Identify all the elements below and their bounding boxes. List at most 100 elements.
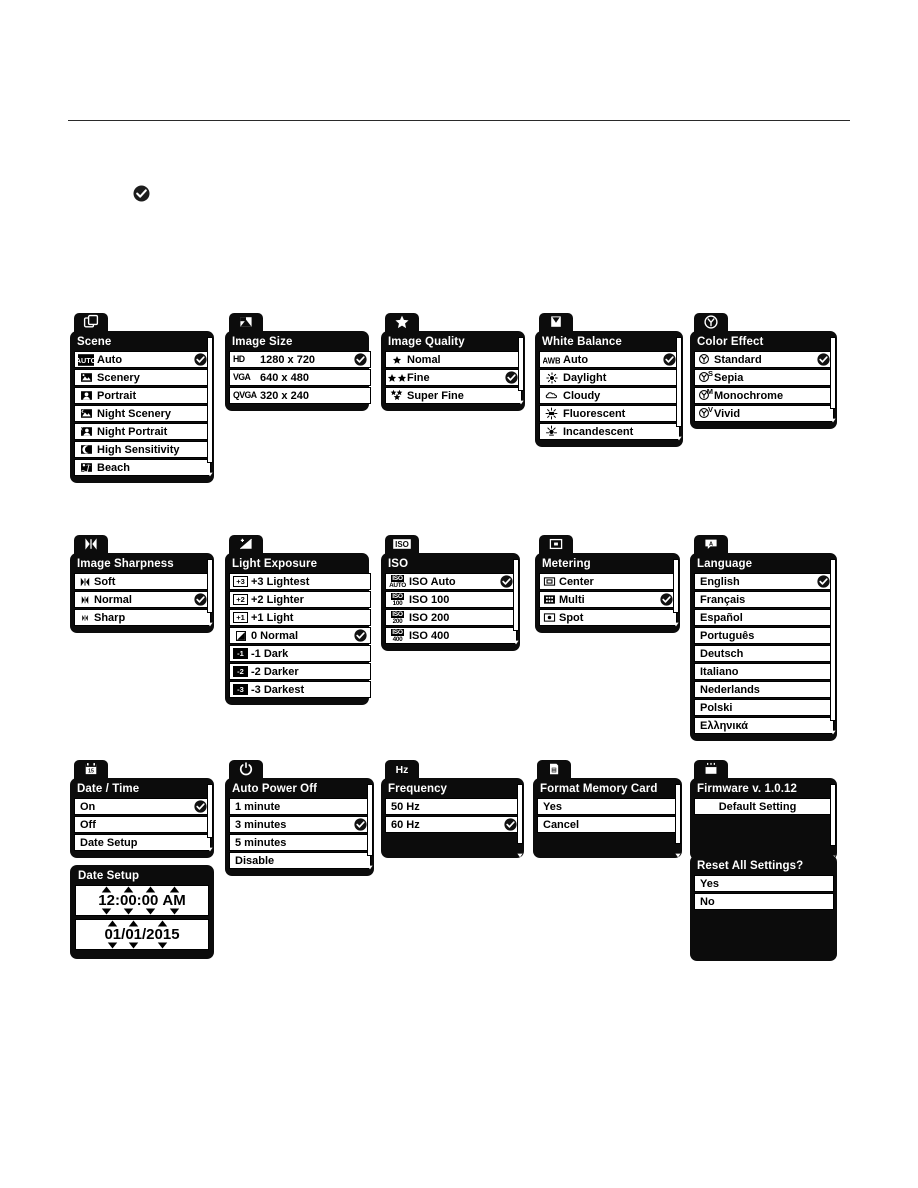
menu-item[interactable]: +1 +1 Light <box>229 609 371 626</box>
scrollbar-thumb[interactable] <box>676 337 682 427</box>
scroll-up-arrow[interactable] <box>207 553 213 558</box>
menu-item[interactable]: Night Scenery <box>74 405 211 422</box>
menu-item[interactable]: On <box>74 798 211 815</box>
menu-item[interactable]: Yes <box>694 875 834 892</box>
scroll-up-arrow[interactable] <box>830 553 836 558</box>
hour-stepper[interactable]: 12 <box>98 886 115 915</box>
scrollbar-thumb[interactable] <box>830 784 836 846</box>
scrollbar[interactable] <box>675 778 681 850</box>
scrollbar[interactable] <box>830 331 836 415</box>
meridiem-stepper[interactable]: AM <box>162 886 186 915</box>
scroll-down-arrow[interactable] <box>367 857 373 862</box>
menu-item[interactable]: Date Setup <box>74 834 211 851</box>
scrollbar-thumb[interactable] <box>517 784 523 844</box>
menu-item[interactable]: Nederlands <box>694 681 834 698</box>
scrollbar-thumb[interactable] <box>830 559 836 721</box>
menu-item[interactable]: Deutsch <box>694 645 834 662</box>
menu-item[interactable]: HD 1280 x 720 <box>229 351 371 368</box>
menu-item[interactable]: Center <box>539 573 677 590</box>
menu-item[interactable]: -1 -1 Dark <box>229 645 371 662</box>
menu-item[interactable]: 0 Normal <box>229 627 371 644</box>
scroll-up-arrow[interactable] <box>513 553 519 558</box>
scroll-down-arrow[interactable] <box>830 722 836 727</box>
menu-item[interactable]: Sharp <box>74 609 211 626</box>
menu-item[interactable]: M Monochrome <box>694 387 834 404</box>
scroll-down-arrow[interactable] <box>513 632 519 637</box>
menu-item[interactable]: Spot <box>539 609 677 626</box>
menu-item[interactable]: Polski <box>694 699 834 716</box>
scroll-up-arrow[interactable] <box>518 331 524 336</box>
menu-item[interactable]: -2 -2 Darker <box>229 663 371 680</box>
scroll-up-arrow[interactable] <box>830 778 836 783</box>
menu-item[interactable]: 5 minutes <box>229 834 371 851</box>
scrollbar[interactable] <box>830 778 836 852</box>
menu-item[interactable]: Fluorescent <box>539 405 680 422</box>
menu-item[interactable]: Portrait <box>74 387 211 404</box>
scroll-down-arrow[interactable] <box>207 464 213 469</box>
scrollbar-thumb[interactable] <box>207 559 213 613</box>
menu-item[interactable]: Cloudy <box>539 387 680 404</box>
scrollbar[interactable] <box>676 331 682 433</box>
menu-item[interactable]: Yes <box>537 798 679 815</box>
menu-item[interactable]: 3 minutes <box>229 816 371 833</box>
menu-item[interactable]: Auto <box>74 351 211 368</box>
menu-item[interactable]: Disable <box>229 852 371 869</box>
menu-item[interactable]: +2 +2 Lighter <box>229 591 371 608</box>
menu-item[interactable]: Scenery <box>74 369 211 386</box>
scroll-up-arrow[interactable] <box>673 553 679 558</box>
year-stepper[interactable]: 2015 <box>146 920 180 949</box>
scrollbar-thumb[interactable] <box>367 784 373 856</box>
scroll-up-arrow[interactable] <box>676 331 682 336</box>
scrollbar[interactable] <box>518 331 524 397</box>
scrollbar-thumb[interactable] <box>207 337 213 463</box>
scrollbar[interactable] <box>517 778 523 850</box>
day-stepper[interactable]: 01 <box>125 920 142 949</box>
scrollbar[interactable] <box>207 331 213 469</box>
scrollbar-thumb[interactable] <box>513 559 519 631</box>
menu-item[interactable]: 60 Hz <box>385 816 521 833</box>
scrollbar[interactable] <box>207 553 213 619</box>
menu-item[interactable]: Français <box>694 591 834 608</box>
menu-item[interactable]: Standard <box>694 351 834 368</box>
menu-item[interactable]: +3 +3 Lightest <box>229 573 371 590</box>
scroll-up-arrow[interactable] <box>207 778 213 783</box>
menu-item[interactable]: Off <box>74 816 211 833</box>
menu-item[interactable]: ISO 400 ISO 400 <box>385 627 517 644</box>
menu-item[interactable]: QVGA 320 x 240 <box>229 387 371 404</box>
scrollbar[interactable] <box>830 553 836 727</box>
scrollbar-thumb[interactable] <box>207 784 213 838</box>
scroll-up-arrow[interactable] <box>367 778 373 783</box>
scrollbar-thumb[interactable] <box>830 337 836 409</box>
scroll-up-arrow[interactable] <box>207 331 213 336</box>
scroll-down-arrow[interactable] <box>830 410 836 415</box>
time-field[interactable]: 12:00:00 AM <box>75 885 209 916</box>
menu-item[interactable]: -3 -3 Darkest <box>229 681 371 698</box>
menu-item[interactable]: Auto <box>539 351 680 368</box>
menu-item[interactable]: Default Setting <box>694 798 834 815</box>
menu-item[interactable]: ISO AUTO ISO Auto <box>385 573 517 590</box>
scroll-down-arrow[interactable] <box>207 614 213 619</box>
menu-item[interactable]: Ελληνικά <box>694 717 834 734</box>
menu-item[interactable]: Italiano <box>694 663 834 680</box>
scrollbar[interactable] <box>207 778 213 844</box>
menu-item[interactable]: Super Fine <box>385 387 522 404</box>
second-stepper[interactable]: 00 <box>142 886 158 915</box>
menu-item[interactable]: Nomal <box>385 351 522 368</box>
scroll-up-arrow[interactable] <box>675 778 681 783</box>
scroll-up-arrow[interactable] <box>830 331 836 336</box>
menu-item[interactable]: Daylight <box>539 369 680 386</box>
menu-item[interactable]: Cancel <box>537 816 679 833</box>
menu-item[interactable]: Español <box>694 609 834 626</box>
scroll-down-arrow[interactable] <box>675 845 681 850</box>
scroll-down-arrow[interactable] <box>517 845 523 850</box>
menu-item[interactable]: ISO 100 ISO 100 <box>385 591 517 608</box>
scrollbar[interactable] <box>367 778 373 862</box>
scrollbar-thumb[interactable] <box>673 559 679 613</box>
menu-item[interactable]: 50 Hz <box>385 798 521 815</box>
scroll-down-arrow[interactable] <box>518 392 524 397</box>
menu-item[interactable]: Night Portrait <box>74 423 211 440</box>
menu-item[interactable]: Fine <box>385 369 522 386</box>
scroll-down-arrow[interactable] <box>676 428 682 433</box>
menu-item[interactable]: 1 minute <box>229 798 371 815</box>
scrollbar-thumb[interactable] <box>675 784 681 844</box>
